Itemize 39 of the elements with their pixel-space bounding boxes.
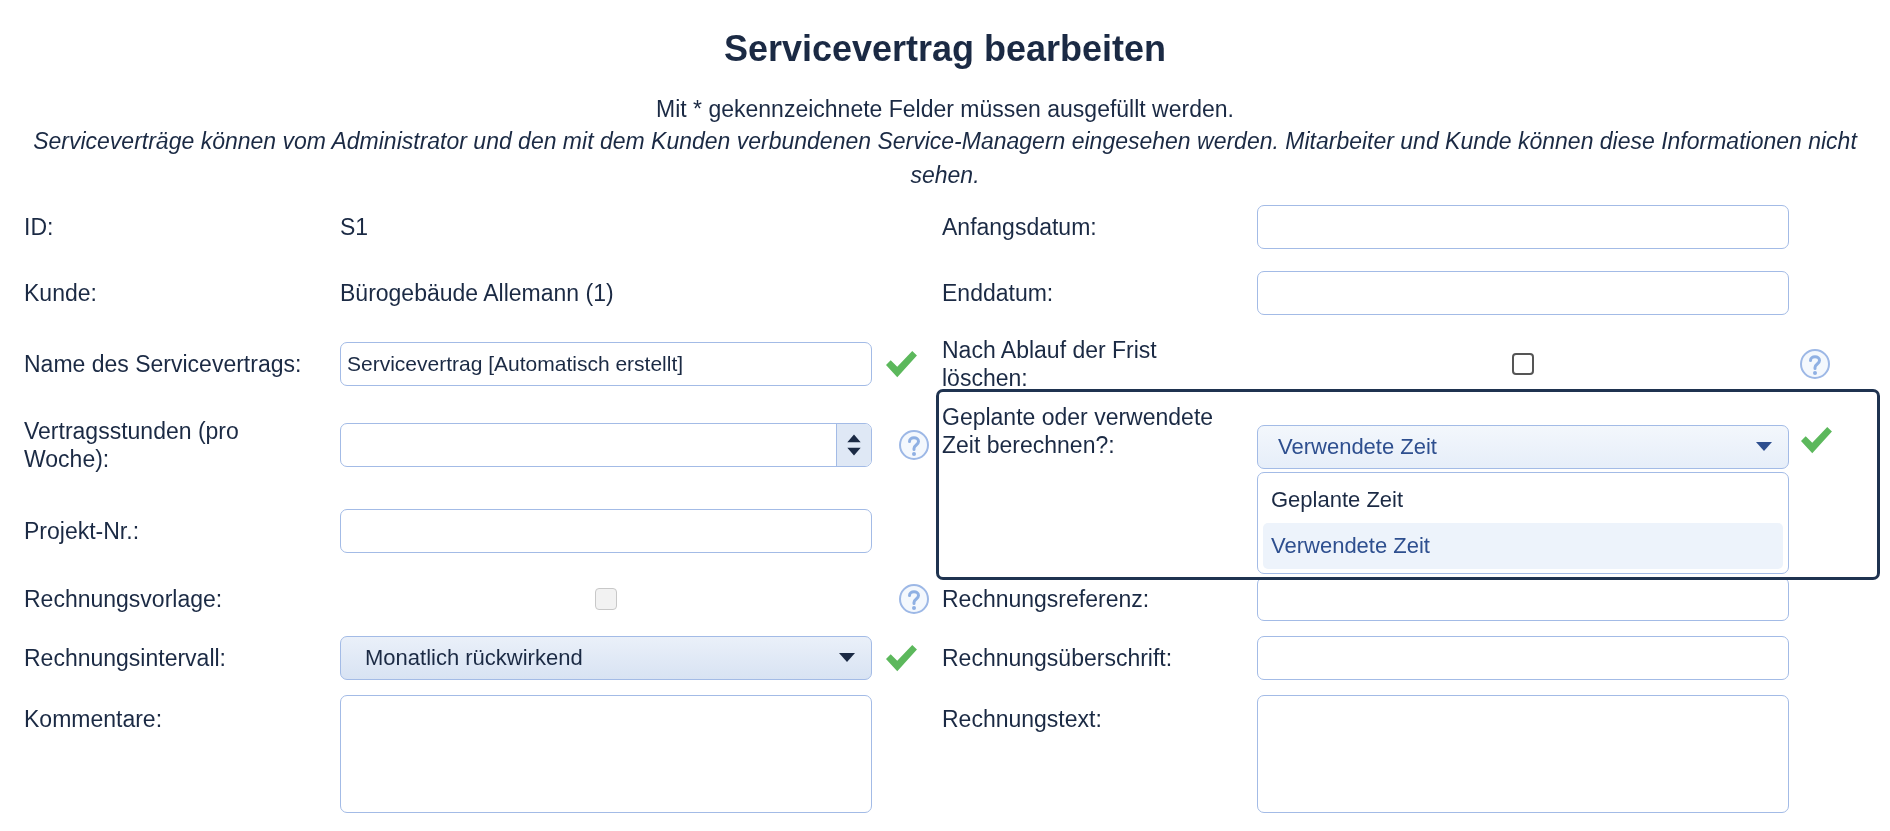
text-area[interactable] [1257,695,1789,813]
field-value: Bürogebäude Allemann (1) [340,279,614,306]
field-label: ID: [24,213,55,241]
field-label: Anfangsdatum: [942,213,1098,241]
field-label: Rechnungsreferenz: [942,585,1151,613]
help-icon[interactable] [1799,347,1831,380]
field-label: Projekt-Nr.: [24,516,141,545]
page-title: Servicevertrag bearbeiten [722,27,1168,70]
caret-icon [839,652,855,663]
number-field[interactable] [340,423,872,467]
info-text: Serviceverträge können vom Administrator und den mit dem Kunden verbundenen Service-Managern eingesehen werden. Mitarbeiter und Kunde können diese Informationen nicht sehen. [32,127,1859,190]
text-area[interactable] [340,695,872,813]
field-label: Nach Ablauf der Frist löschen: [942,335,1158,392]
field-value: S1 [340,213,369,240]
dropdown[interactable]: Monatlich rückwirkend [340,635,872,680]
field-label: Rechnungstext: [942,705,1103,733]
help-icon[interactable] [898,429,930,461]
field-label: Name des Servicevertrags: [24,349,303,378]
field-label: Kommentare: [24,705,164,733]
text-field[interactable] [1257,205,1789,249]
field-label: Rechnungsintervall: [24,643,227,672]
field-label: Enddatum: [942,279,1055,307]
field-label: Rechnungsüberschrift: [942,643,1174,672]
field-label: Kunde: [24,279,98,307]
checkbox[interactable] [1512,352,1534,375]
dropdown[interactable]: Verwendete Zeit [1257,425,1789,469]
field-label: Rechnungsvorlage: [24,585,224,613]
text-field[interactable] [1257,271,1789,315]
text-field[interactable] [340,508,872,553]
field-label: Geplante oder verwendete Zeit berechnen?: [942,403,1215,459]
caret-icon [1756,442,1772,452]
field-label: Vertragsstunden (pro Woche): [24,417,240,473]
required-notice: Mit * gekennzeichnete Felder müssen ausgefüllt werden. [655,95,1235,124]
text-field[interactable] [1257,635,1789,680]
dropdown-option[interactable]: Verwendete Zeit [1263,523,1783,569]
dropdown-option[interactable]: Geplante Zeit [1263,477,1783,523]
text-field[interactable]: Servicevertrag [Automatisch erstellt] [340,341,872,386]
spinner-icon[interactable] [836,424,871,466]
text-field[interactable] [1257,577,1789,621]
